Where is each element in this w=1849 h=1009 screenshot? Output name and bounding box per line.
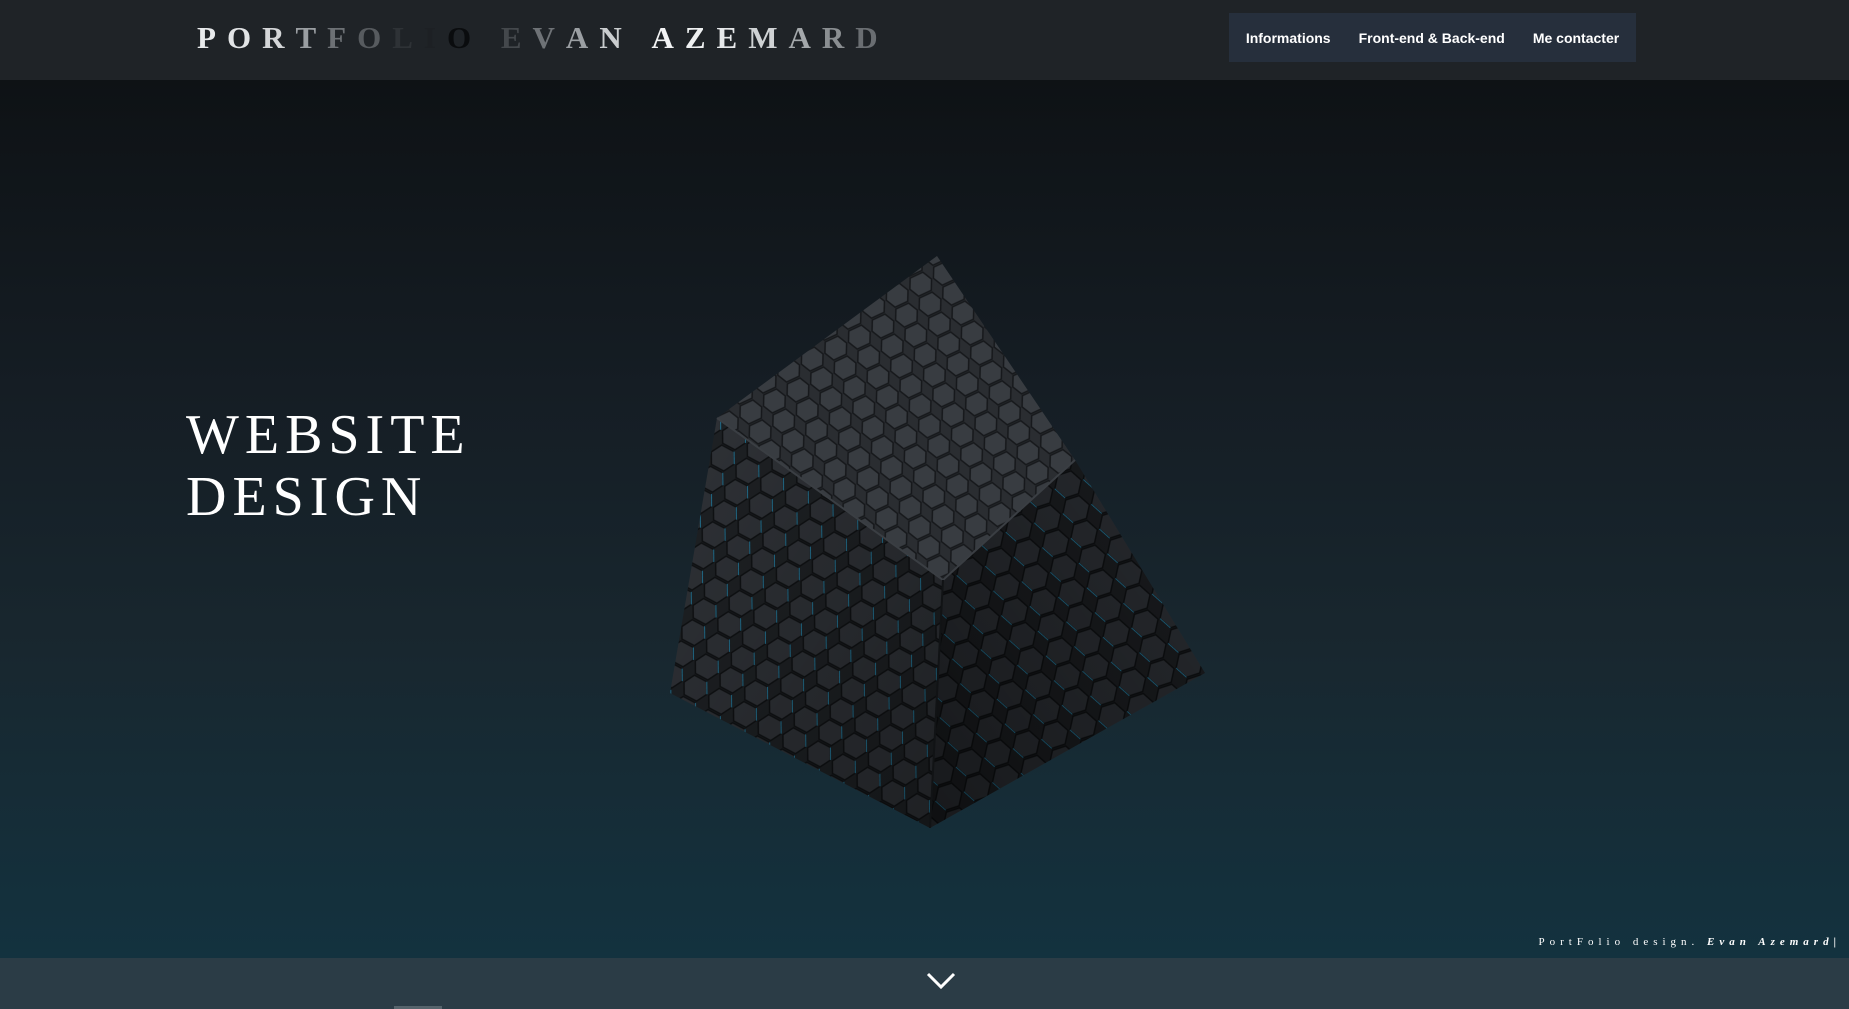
hero-title-line-2: DESIGN [186, 466, 428, 528]
logo-letter: N [599, 20, 633, 55]
logo-letter: F [327, 20, 358, 55]
logo-letter: L [392, 20, 424, 55]
logo-letter [633, 20, 652, 56]
main-nav: Informations Front-end & Back-end Me con… [1229, 13, 1636, 62]
tagline-prefix: PortFolio design. [1538, 936, 1700, 948]
hero-title-line-1: WEBSITE [186, 404, 471, 466]
logo-letter: R [821, 20, 856, 55]
logo-letter: I [423, 20, 447, 55]
logo-letter: V [532, 20, 566, 55]
site-logo[interactable]: PORTFOLIO EVAN AZEMARD [197, 20, 889, 56]
logo-letter: O [446, 20, 483, 55]
tagline-author: Evan Azemard| [1707, 936, 1841, 948]
chevron-down-icon[interactable] [924, 968, 958, 994]
logo-letter: A [651, 20, 685, 55]
logo-letter [482, 20, 501, 56]
logo-letter: P [197, 20, 227, 55]
site-header: PORTFOLIO EVAN AZEMARD Informations Fron… [0, 0, 1849, 80]
logo-letter: D [855, 20, 889, 55]
logo-letter: O [226, 20, 263, 55]
nav-me-contacter[interactable]: Me contacter [1533, 30, 1619, 46]
logo-letter: A [565, 20, 600, 55]
logo-letter: E [716, 20, 749, 55]
nav-front-back-end[interactable]: Front-end & Back-end [1359, 30, 1505, 46]
logo-letter: E [500, 20, 533, 55]
logo-letter: A [788, 20, 822, 55]
footer-tagline: PortFolio design. Evan Azemard| [1539, 936, 1842, 948]
hero-title: WEBSITE DESIGN [186, 404, 471, 528]
logo-letter: R [262, 20, 296, 55]
logo-letter: Z [684, 20, 717, 55]
logo-letter: O [357, 20, 393, 55]
nav-informations[interactable]: Informations [1246, 30, 1331, 46]
hexagon-cube-graphic [670, 256, 1205, 829]
logo-letter: M [748, 20, 789, 55]
logo-letter: T [295, 20, 328, 55]
